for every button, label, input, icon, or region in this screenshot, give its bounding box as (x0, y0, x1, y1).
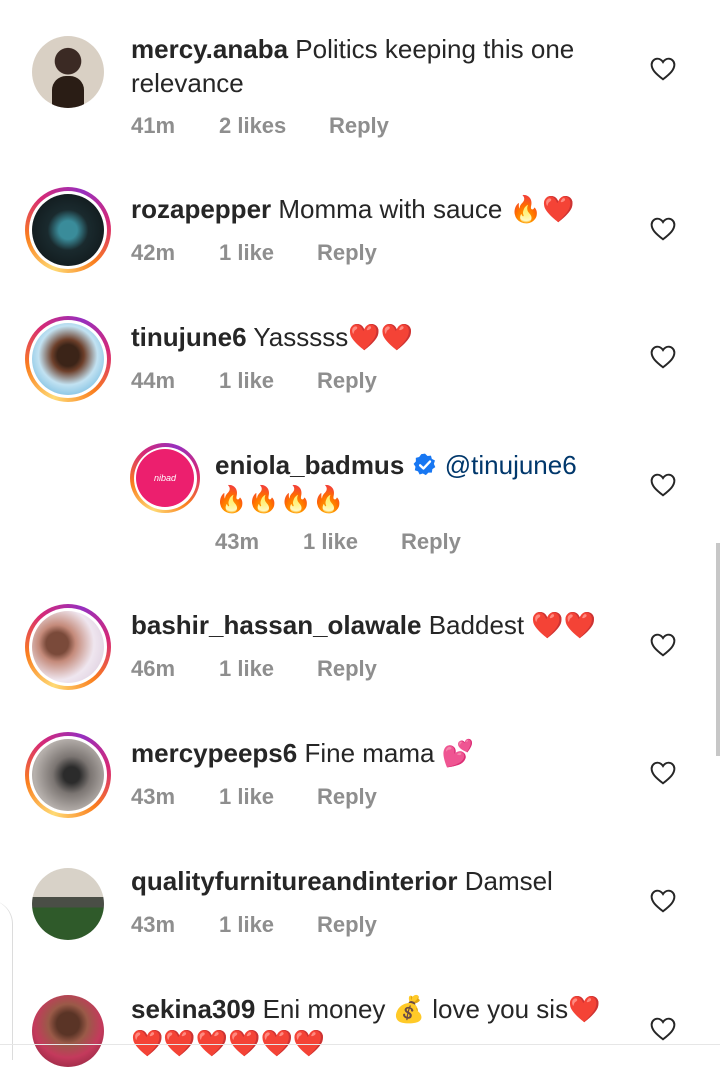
reply-button[interactable]: Reply (329, 113, 389, 139)
comment-username[interactable]: qualityfurnitureandinterior (131, 866, 457, 896)
comment-username[interactable]: tinujune6 (131, 322, 247, 352)
reply-button[interactable]: Reply (401, 529, 461, 555)
comment-text-continued: ❤️❤️❤️❤️❤️❤️ (131, 1028, 326, 1058)
comment-text: Momma with sauce 🔥❤️ (278, 194, 575, 224)
avatar[interactable] (25, 732, 111, 818)
reply-button[interactable]: Reply (317, 784, 377, 810)
comment-text: Fine mama 💕 (304, 738, 475, 768)
avatar[interactable]: nibad (130, 443, 200, 513)
heart-outline-icon[interactable] (650, 761, 676, 785)
comment-text: Damsel (464, 866, 553, 896)
comment-likes[interactable]: 1 like (219, 240, 317, 266)
verified-badge-icon (413, 453, 435, 476)
reply-button[interactable]: Reply (317, 240, 377, 266)
comment-username[interactable]: rozapepper (131, 194, 271, 224)
comment-likes[interactable]: 1 like (219, 656, 317, 682)
heart-outline-icon[interactable] (650, 473, 676, 497)
reply-button[interactable]: Reply (317, 912, 377, 938)
comment-username[interactable]: mercy.anaba (131, 34, 288, 64)
comment-time: 44m (131, 368, 176, 393)
left-edge-curve (0, 900, 13, 1060)
scrollbar[interactable] (716, 543, 720, 756)
comment-username[interactable]: bashir_hassan_olawale (131, 610, 421, 640)
heart-outline-icon[interactable] (650, 633, 676, 657)
comment-likes[interactable]: 1 like (219, 368, 317, 394)
heart-outline-icon[interactable] (650, 57, 676, 81)
avatar[interactable] (25, 988, 111, 1074)
reply-button[interactable]: Reply (317, 656, 377, 682)
avatar[interactable] (25, 861, 111, 947)
comment-time: 42m (131, 240, 176, 265)
comment-likes[interactable]: 1 like (303, 529, 401, 555)
bottom-divider (0, 1044, 720, 1045)
comment-username[interactable]: sekina309 (131, 994, 255, 1024)
comment-text: Yasssss❤️❤️ (253, 322, 413, 352)
heart-outline-icon[interactable] (650, 889, 676, 913)
comment-likes[interactable]: 2 likes (219, 113, 329, 139)
comment-mention[interactable]: @tinujune6 (445, 450, 577, 480)
heart-outline-icon[interactable] (650, 1017, 676, 1041)
comment-likes[interactable]: 1 like (219, 784, 317, 810)
heart-outline-icon[interactable] (650, 345, 676, 369)
comment-text: 🔥🔥🔥🔥 (215, 485, 345, 515)
comment-text: Baddest ❤️❤️ (428, 610, 597, 640)
comment-time: 43m (131, 784, 176, 809)
comment-time: 46m (131, 656, 176, 681)
comment-text: Eni money 💰 love you sis❤️ (262, 994, 601, 1024)
avatar[interactable] (25, 187, 111, 273)
comment-time: 41m (131, 113, 176, 138)
comment-time: 43m (131, 912, 176, 937)
heart-outline-icon[interactable] (650, 217, 676, 241)
comment-username[interactable]: eniola_badmus (215, 450, 404, 480)
avatar[interactable] (25, 316, 111, 402)
comment-username[interactable]: mercypeeps6 (131, 738, 297, 768)
comment-likes[interactable]: 1 like (219, 912, 317, 938)
avatar-logo-text: nibad (153, 473, 177, 483)
reply-button[interactable]: Reply (317, 368, 377, 394)
avatar[interactable] (25, 604, 111, 690)
comment-time: 43m (215, 529, 260, 554)
avatar[interactable] (25, 29, 111, 115)
